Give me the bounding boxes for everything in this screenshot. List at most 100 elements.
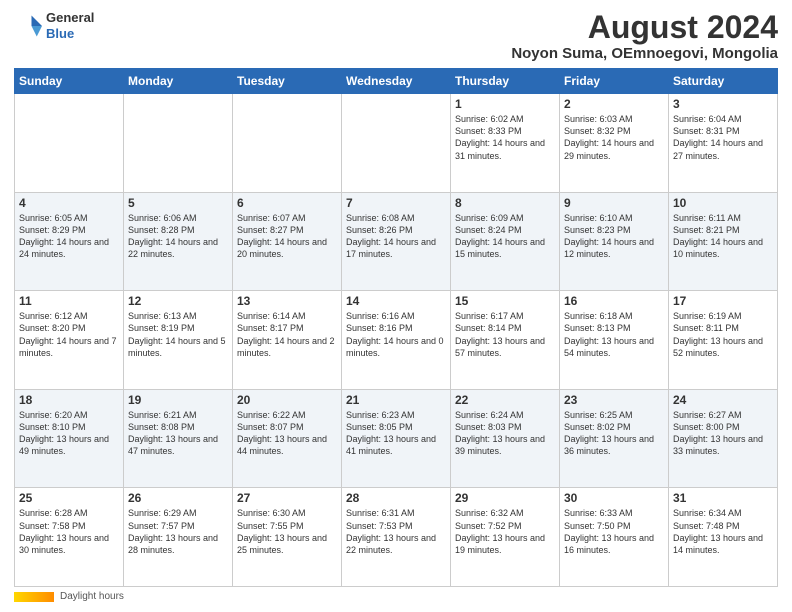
- day-number: 22: [455, 393, 555, 407]
- day-info: Sunrise: 6:24 AM Sunset: 8:03 PM Dayligh…: [455, 409, 555, 458]
- day-info: Sunrise: 6:29 AM Sunset: 7:57 PM Dayligh…: [128, 507, 228, 556]
- day-info: Sunrise: 6:11 AM Sunset: 8:21 PM Dayligh…: [673, 212, 773, 261]
- calendar-cell: 28 Sunrise: 6:31 AM Sunset: 7:53 PM Dayli…: [342, 488, 451, 587]
- day-number: 16: [564, 294, 664, 308]
- day-info: Sunrise: 6:31 AM Sunset: 7:53 PM Dayligh…: [346, 507, 446, 556]
- day-number: 28: [346, 491, 446, 505]
- logo-icon: [14, 12, 42, 40]
- day-number: 3: [673, 97, 773, 111]
- header: General Blue August 2024 Noyon Suma, OEm…: [14, 10, 778, 62]
- calendar-cell: 4 Sunrise: 6:05 AM Sunset: 8:29 PM Daylig…: [15, 192, 124, 291]
- calendar-cell: [124, 94, 233, 193]
- day-number: 24: [673, 393, 773, 407]
- day-number: 5: [128, 196, 228, 210]
- day-number: 19: [128, 393, 228, 407]
- daylight-label: Daylight hours: [60, 591, 124, 602]
- day-info: Sunrise: 6:25 AM Sunset: 8:02 PM Dayligh…: [564, 409, 664, 458]
- day-info: Sunrise: 6:12 AM Sunset: 8:20 PM Dayligh…: [19, 310, 119, 359]
- day-number: 29: [455, 491, 555, 505]
- day-number: 30: [564, 491, 664, 505]
- day-number: 31: [673, 491, 773, 505]
- calendar-cell: 15Sunrise: 6:17 AM Sunset: 8:14 PM Dayli…: [451, 291, 560, 390]
- weekday-header-thursday: Thursday: [451, 69, 560, 94]
- day-number: 11: [19, 294, 119, 308]
- day-info: Sunrise: 6:19 AM Sunset: 8:11 PM Dayligh…: [673, 310, 773, 359]
- weekday-header-saturday: Saturday: [669, 69, 778, 94]
- day-info: Sunrise: 6:32 AM Sunset: 7:52 PM Dayligh…: [455, 507, 555, 556]
- day-number: 1: [455, 97, 555, 111]
- weekday-header-wednesday: Wednesday: [342, 69, 451, 94]
- week-row-5: 25Sunrise: 6:28 AM Sunset: 7:58 PM Dayli…: [15, 488, 778, 587]
- location-title: Noyon Suma, OEmnoegovi, Mongolia: [511, 45, 778, 62]
- week-row-4: 18Sunrise: 6:20 AM Sunset: 8:10 PM Dayli…: [15, 389, 778, 488]
- day-number: 21: [346, 393, 446, 407]
- page: General Blue August 2024 Noyon Suma, OEm…: [0, 0, 792, 612]
- day-info: Sunrise: 6:14 AM Sunset: 8:17 PM Dayligh…: [237, 310, 337, 359]
- day-info: Sunrise: 6:23 AM Sunset: 8:05 PM Dayligh…: [346, 409, 446, 458]
- calendar-cell: 11 Sunrise: 6:12 AM Sunset: 8:20 PM Dayli…: [15, 291, 124, 390]
- day-number: 17: [673, 294, 773, 308]
- day-info: Sunrise: 6:04 AM Sunset: 8:31 PM Dayligh…: [673, 113, 773, 162]
- day-number: 8: [455, 196, 555, 210]
- calendar-cell: 2 Sunrise: 6:03 AM Sunset: 8:32 PM Daylig…: [560, 94, 669, 193]
- calendar-cell: 9 Sunrise: 6:10 AM Sunset: 8:23 PM Daylig…: [560, 192, 669, 291]
- day-info: Sunrise: 6:30 AM Sunset: 7:55 PM Dayligh…: [237, 507, 337, 556]
- day-info: Sunrise: 6:28 AM Sunset: 7:58 PM Dayligh…: [19, 507, 119, 556]
- month-year-title: August 2024: [511, 10, 778, 45]
- daylight-bar: [14, 592, 54, 602]
- day-number: 6: [237, 196, 337, 210]
- footer: Daylight hours: [14, 591, 778, 602]
- day-info: Sunrise: 6:27 AM Sunset: 8:00 PM Dayligh…: [673, 409, 773, 458]
- day-info: Sunrise: 6:10 AM Sunset: 8:23 PM Dayligh…: [564, 212, 664, 261]
- day-number: 7: [346, 196, 446, 210]
- day-number: 9: [564, 196, 664, 210]
- logo-general: General: [46, 10, 94, 25]
- week-row-2: 4 Sunrise: 6:05 AM Sunset: 8:29 PM Daylig…: [15, 192, 778, 291]
- day-info: Sunrise: 6:13 AM Sunset: 8:19 PM Dayligh…: [128, 310, 228, 359]
- calendar-cell: 5 Sunrise: 6:06 AM Sunset: 8:28 PM Daylig…: [124, 192, 233, 291]
- calendar-cell: 24 Sunrise: 6:27 AM Sunset: 8:00 PM Dayli…: [669, 389, 778, 488]
- calendar-cell: 10Sunrise: 6:11 AM Sunset: 8:21 PM Dayli…: [669, 192, 778, 291]
- day-info: Sunrise: 6:34 AM Sunset: 7:48 PM Dayligh…: [673, 507, 773, 556]
- day-info: Sunrise: 6:20 AM Sunset: 8:10 PM Dayligh…: [19, 409, 119, 458]
- weekday-header-sunday: Sunday: [15, 69, 124, 94]
- day-info: Sunrise: 6:07 AM Sunset: 8:27 PM Dayligh…: [237, 212, 337, 261]
- day-info: Sunrise: 6:06 AM Sunset: 8:28 PM Dayligh…: [128, 212, 228, 261]
- calendar-cell: 29 Sunrise: 6:32 AM Sunset: 7:52 PM Dayli…: [451, 488, 560, 587]
- calendar-cell: 25Sunrise: 6:28 AM Sunset: 7:58 PM Dayli…: [15, 488, 124, 587]
- calendar-cell: 13Sunrise: 6:14 AM Sunset: 8:17 PM Dayli…: [233, 291, 342, 390]
- day-number: 2: [564, 97, 664, 111]
- day-info: Sunrise: 6:05 AM Sunset: 8:29 PM Dayligh…: [19, 212, 119, 261]
- calendar-cell: 30Sunrise: 6:33 AM Sunset: 7:50 PM Dayli…: [560, 488, 669, 587]
- week-row-1: 1 Sunrise: 6:02 AM Sunset: 8:33 PM Daylig…: [15, 94, 778, 193]
- day-number: 15: [455, 294, 555, 308]
- day-number: 27: [237, 491, 337, 505]
- day-info: Sunrise: 6:21 AM Sunset: 8:08 PM Dayligh…: [128, 409, 228, 458]
- calendar-cell: [15, 94, 124, 193]
- calendar-cell: 14Sunrise: 6:16 AM Sunset: 8:16 PM Dayli…: [342, 291, 451, 390]
- calendar-cell: 23 Sunrise: 6:25 AM Sunset: 8:02 PM Dayli…: [560, 389, 669, 488]
- logo: General Blue: [14, 10, 94, 41]
- calendar-cell: 7Sunrise: 6:08 AM Sunset: 8:26 PM Daylig…: [342, 192, 451, 291]
- day-info: Sunrise: 6:22 AM Sunset: 8:07 PM Dayligh…: [237, 409, 337, 458]
- day-number: 26: [128, 491, 228, 505]
- day-number: 23: [564, 393, 664, 407]
- calendar-cell: 19 Sunrise: 6:21 AM Sunset: 8:08 PM Dayli…: [124, 389, 233, 488]
- day-number: 4: [19, 196, 119, 210]
- calendar-cell: [233, 94, 342, 193]
- calendar-cell: [342, 94, 451, 193]
- day-info: Sunrise: 6:02 AM Sunset: 8:33 PM Dayligh…: [455, 113, 555, 162]
- calendar-cell: 27 Sunrise: 6:30 AM Sunset: 7:55 PM Dayli…: [233, 488, 342, 587]
- weekday-header-friday: Friday: [560, 69, 669, 94]
- calendar-cell: 8Sunrise: 6:09 AM Sunset: 8:24 PM Daylig…: [451, 192, 560, 291]
- week-row-3: 11 Sunrise: 6:12 AM Sunset: 8:20 PM Dayli…: [15, 291, 778, 390]
- calendar-cell: 16Sunrise: 6:18 AM Sunset: 8:13 PM Dayli…: [560, 291, 669, 390]
- calendar-cell: 21 Sunrise: 6:23 AM Sunset: 8:05 PM Dayli…: [342, 389, 451, 488]
- calendar-cell: 6 Sunrise: 6:07 AM Sunset: 8:27 PM Daylig…: [233, 192, 342, 291]
- calendar-cell: 22 Sunrise: 6:24 AM Sunset: 8:03 PM Dayli…: [451, 389, 560, 488]
- day-info: Sunrise: 6:03 AM Sunset: 8:32 PM Dayligh…: [564, 113, 664, 162]
- logo-blue: Blue: [46, 26, 74, 41]
- day-number: 20: [237, 393, 337, 407]
- title-section: August 2024 Noyon Suma, OEmnoegovi, Mong…: [511, 10, 778, 62]
- weekday-header-row: SundayMondayTuesdayWednesdayThursdayFrid…: [15, 69, 778, 94]
